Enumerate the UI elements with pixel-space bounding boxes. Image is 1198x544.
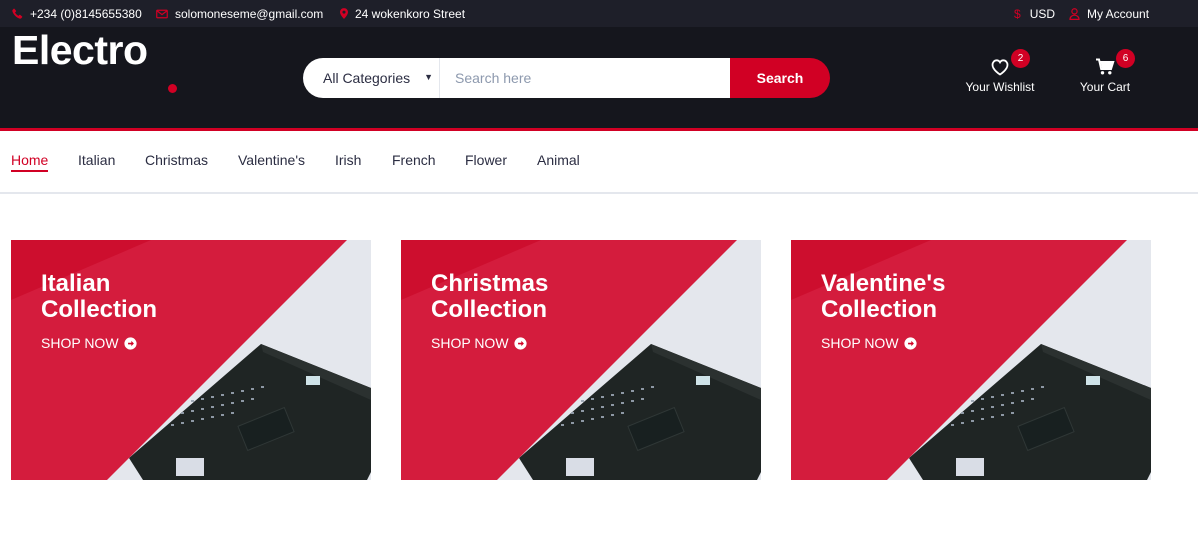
collection-title-line2: Collection	[41, 296, 158, 323]
my-account-link[interactable]: My Account	[1069, 0, 1149, 27]
main-nav: Home Italian Christmas Valentine's Irish…	[0, 131, 1198, 194]
active-nav-underline	[11, 170, 48, 172]
street-address: 24 wokenkoro Street	[355, 6, 466, 21]
search-input[interactable]	[440, 58, 730, 98]
nav-item-home[interactable]: Home	[11, 152, 48, 172]
nav-item-animal[interactable]: Animal	[537, 152, 580, 172]
collection-title-line1: Valentine's	[821, 270, 946, 297]
shop-now-link[interactable]: SHOP NOW	[821, 335, 917, 351]
shop-now-label: SHOP NOW	[41, 335, 119, 351]
contact-email[interactable]: solomoneseme@gmail.com	[156, 0, 323, 27]
collection-title-line2: Collection	[821, 296, 938, 323]
nav-item-valentines[interactable]: Valentine's	[238, 152, 305, 172]
nav-item-french[interactable]: French	[392, 152, 436, 172]
collection-title: Italian Collection	[41, 271, 157, 323]
map-marker-icon	[340, 8, 348, 19]
collection-card-italian[interactable]: Italian Collection SHOP NOW	[11, 240, 371, 480]
search-bar: All Categories ▼ Search	[303, 58, 830, 98]
wishlist-count-badge: 2	[1011, 49, 1030, 68]
logo[interactable]: Electro	[12, 28, 148, 72]
user-icon	[1069, 7, 1080, 20]
email-address: solomoneseme@gmail.com	[175, 6, 324, 21]
collection-title: Valentine's Collection	[821, 271, 945, 323]
category-select[interactable]: All Categories ▼	[303, 58, 440, 98]
shop-now-link[interactable]: SHOP NOW	[431, 335, 527, 351]
currency-label: USD	[1029, 6, 1056, 21]
shopping-cart-icon	[1096, 58, 1115, 75]
category-select-value: All Categories	[323, 70, 411, 86]
envelope-icon	[156, 9, 168, 18]
shop-now-label: SHOP NOW	[821, 335, 899, 351]
top-bar: +234 (0)8145655380 solomoneseme@gmail.co…	[0, 0, 1198, 27]
arrow-circle-right-icon	[903, 336, 917, 350]
collection-title: Christmas Collection	[431, 271, 548, 323]
collection-card-christmas[interactable]: Christmas Collection SHOP NOW	[401, 240, 761, 480]
cart-label: Your Cart	[1079, 80, 1131, 94]
collection-title-line1: Italian	[41, 270, 111, 297]
nav-item-irish[interactable]: Irish	[335, 152, 361, 172]
collection-title-line2: Collection	[431, 296, 548, 323]
dollar-icon: $	[1014, 6, 1021, 21]
heart-icon	[991, 59, 1009, 76]
collection-title-line1: Christmas	[431, 270, 549, 297]
chevron-down-icon: ▼	[424, 72, 433, 82]
shop-now-label: SHOP NOW	[431, 335, 509, 351]
account-label: My Account	[1087, 6, 1150, 21]
cart-count-badge: 6	[1116, 49, 1135, 68]
phone-icon	[12, 8, 23, 19]
search-button[interactable]: Search	[730, 58, 830, 98]
collection-card-valentines[interactable]: Valentine's Collection SHOP NOW	[791, 240, 1151, 480]
currency-selector[interactable]: $ USD	[1014, 0, 1055, 27]
contact-address[interactable]: 24 wokenkoro Street	[340, 0, 465, 27]
wishlist-link[interactable]: 2 Your Wishlist	[955, 49, 1045, 98]
arrow-circle-right-icon	[513, 336, 527, 350]
contact-phone[interactable]: +234 (0)8145655380	[12, 0, 142, 27]
phone-number: +234 (0)8145655380	[30, 6, 142, 21]
nav-item-italian[interactable]: Italian	[78, 152, 115, 172]
cart-link[interactable]: 6 Your Cart	[1060, 49, 1150, 98]
nav-item-flower[interactable]: Flower	[465, 152, 507, 172]
logo-dot	[168, 84, 177, 93]
arrow-circle-right-icon	[123, 336, 137, 350]
wishlist-label: Your Wishlist	[965, 80, 1035, 94]
nav-item-christmas[interactable]: Christmas	[145, 152, 208, 172]
shop-now-link[interactable]: SHOP NOW	[41, 335, 137, 351]
